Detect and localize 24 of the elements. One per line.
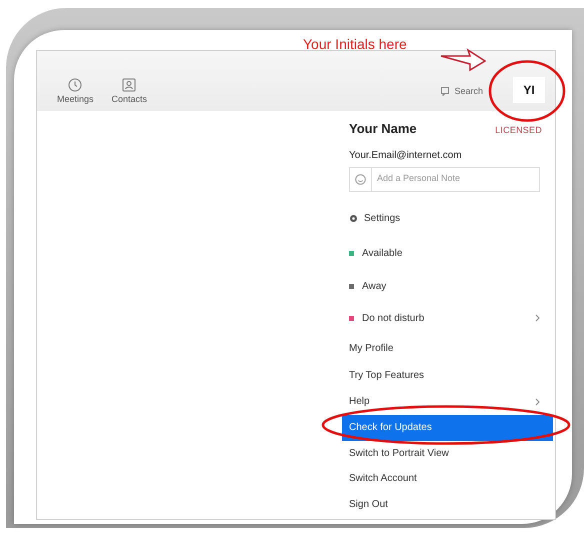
- menu-item[interactable]: Try Top Features: [344, 362, 550, 388]
- menu-item[interactable]: Help: [344, 388, 550, 414]
- person-icon: [122, 78, 136, 92]
- search-field[interactable]: Search: [441, 84, 483, 98]
- menu-item[interactable]: Switch to Portrait View: [344, 440, 550, 466]
- user-name: Your Name: [349, 120, 417, 138]
- menu-item[interactable]: Sign Out: [344, 492, 550, 518]
- user-email: Your.Email@internet.com: [348, 148, 463, 162]
- menu-item[interactable]: Available: [344, 236, 550, 270]
- menu-item[interactable]: Do not disturb: [344, 302, 550, 334]
- menu-item[interactable]: Switch Account: [344, 466, 550, 492]
- smiley-icon: [355, 174, 366, 184]
- note-input[interactable]: Add a Personal Note: [372, 172, 539, 186]
- clock-icon: [68, 78, 82, 92]
- annotation-label: Your Initials here: [303, 37, 407, 51]
- note-field[interactable]: Add a Personal Note: [349, 166, 540, 192]
- avatar-button[interactable]: YI: [513, 77, 545, 103]
- toolbar-tab[interactable]: Meetings: [57, 78, 94, 106]
- menu-item[interactable]: My Profile: [344, 334, 550, 362]
- toolbar-tab[interactable]: Contacts: [112, 78, 148, 106]
- menu-item[interactable]: Settings: [344, 202, 550, 236]
- license-label: LICENSED: [495, 124, 542, 137]
- menu-item[interactable]: Check for Updates: [342, 414, 553, 440]
- menu-item[interactable]: Away: [344, 270, 550, 302]
